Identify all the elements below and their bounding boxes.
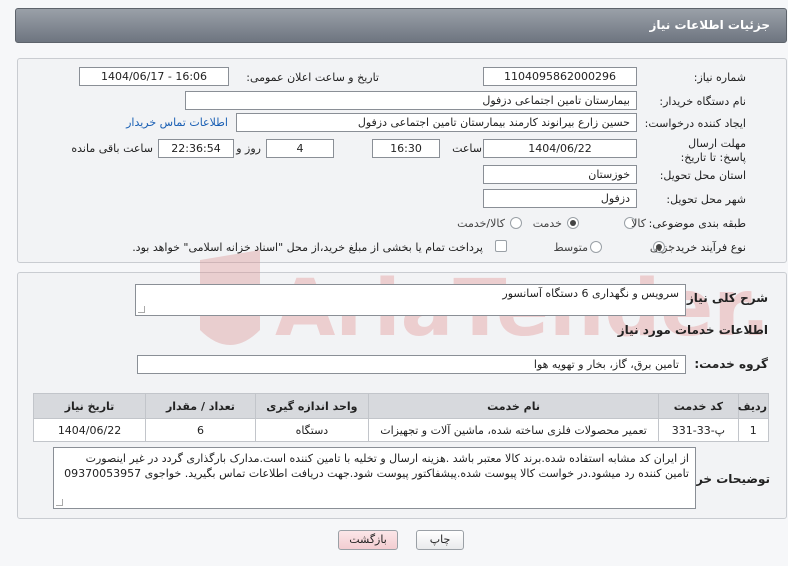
treasury-payment-checkbox[interactable] xyxy=(495,240,507,252)
province-field: خوزستان xyxy=(483,165,637,184)
cell-need-date: 1404/06/22 xyxy=(32,418,147,442)
page-title: جزئیات اطلاعات نیاز xyxy=(649,18,770,32)
remaining-time-field: 22:36:54 xyxy=(158,139,234,158)
remaining-time-label: ساعت باقی مانده xyxy=(71,142,153,155)
buyer-notes-text: از ایران کد مشابه استفاده شده.برند کالا … xyxy=(64,452,689,480)
service-group-field: تامین برق، گاز، بخار و تهویه هوا xyxy=(137,355,686,374)
need-number-field: 1104095862000296 xyxy=(483,67,637,86)
treasury-payment-note: پرداخت تمام یا بخشی از مبلغ خرید،از محل … xyxy=(132,241,483,254)
cell-unit: دستگاه xyxy=(254,418,369,442)
col-header-service-code: کد خدمت xyxy=(658,393,739,419)
category-option-goods-service: کالا/خدمت xyxy=(457,217,505,230)
remaining-days-field: 4 xyxy=(266,139,334,158)
cell-quantity: 6 xyxy=(145,418,256,442)
back-button[interactable]: بازگشت xyxy=(338,530,398,550)
print-button[interactable]: چاپ xyxy=(416,530,464,550)
province-label: استان محل تحویل: xyxy=(659,169,746,182)
summary-field: سرویس و نگهداری 6 دستگاه آسانسور xyxy=(135,284,686,316)
category-label: طبقه بندی موضوعی: xyxy=(648,217,746,230)
buyer-notes-field: از ایران کد مشابه استفاده شده.برند کالا … xyxy=(53,447,696,509)
buyer-org-field: بیمارستان تامین اجتماعی دزفول xyxy=(185,91,637,110)
col-header-unit: واحد اندازه گیری xyxy=(254,393,369,419)
cell-service-name: تعمیر محصولات فلزی ساخته شده، ماشین آلات… xyxy=(367,418,660,442)
deadline-date-field: 1404/06/22 xyxy=(483,139,637,158)
deadline-label: مهلت ارسال پاسخ: تا تاریخ: xyxy=(680,137,746,164)
category-radio-goods-service[interactable] xyxy=(510,217,522,229)
page-header: جزئیات اطلاعات نیاز xyxy=(15,8,787,43)
deadline-time-field: 16:30 xyxy=(372,139,440,158)
table-header-row: ردیف کد خدمت نام خدمت واحد اندازه گیری ت… xyxy=(32,393,770,419)
need-number-label: شماره نیاز: xyxy=(693,71,746,84)
announce-datetime-field: 1404/06/17 - 16:06 xyxy=(79,67,229,86)
cell-service-code: پ-33-331 xyxy=(658,418,739,442)
city-field: دزفول xyxy=(483,189,637,208)
col-header-row-number: ردیف xyxy=(737,393,770,419)
requester-label: ایجاد کننده درخواست: xyxy=(644,117,746,130)
purchase-option-medium: متوسط xyxy=(553,241,588,254)
buyer-org-label: نام دستگاه خریدار: xyxy=(659,95,746,108)
col-header-quantity: تعداد / مقدار xyxy=(145,393,256,419)
purchase-type-label: نوع فرآیند خرید : xyxy=(668,241,746,254)
need-info-panel xyxy=(17,58,787,263)
purchase-option-minor: جزیی xyxy=(649,241,675,254)
summary-text: سرویس و نگهداری 6 دستگاه آسانسور xyxy=(502,287,679,300)
category-option-goods: کالا xyxy=(631,217,646,230)
resize-handle-icon[interactable] xyxy=(56,499,63,506)
cell-row-number: 1 xyxy=(737,418,770,442)
deadline-time-label: ساعت xyxy=(452,142,482,155)
purchase-radio-medium[interactable] xyxy=(590,241,602,253)
days-label: روز و xyxy=(236,142,261,155)
resize-handle-icon[interactable] xyxy=(138,306,145,313)
services-section-title: اطلاعات خدمات مورد نیاز xyxy=(617,323,768,337)
city-label: شهر محل تحویل: xyxy=(666,193,746,206)
table-row: 1 پ-33-331 تعمیر محصولات فلزی ساخته شده،… xyxy=(32,418,770,442)
summary-label: شرح کلی نیاز: xyxy=(682,291,768,305)
col-header-service-name: نام خدمت xyxy=(367,393,660,419)
services-table: ردیف کد خدمت نام خدمت واحد اندازه گیری ت… xyxy=(32,393,770,442)
col-header-need-date: تاریخ نیاز xyxy=(32,393,147,419)
category-option-service: خدمت xyxy=(532,217,562,230)
announce-datetime-label: تاریخ و ساعت اعلان عمومی: xyxy=(246,71,379,84)
category-radio-service[interactable] xyxy=(567,217,579,229)
requester-field: حسین زارع بیرانوند کارمند بیمارستان تامی… xyxy=(236,113,637,132)
buyer-contact-link[interactable]: اطلاعات تماس خریدار xyxy=(126,116,228,129)
service-group-label: گروه خدمت: xyxy=(694,357,768,371)
